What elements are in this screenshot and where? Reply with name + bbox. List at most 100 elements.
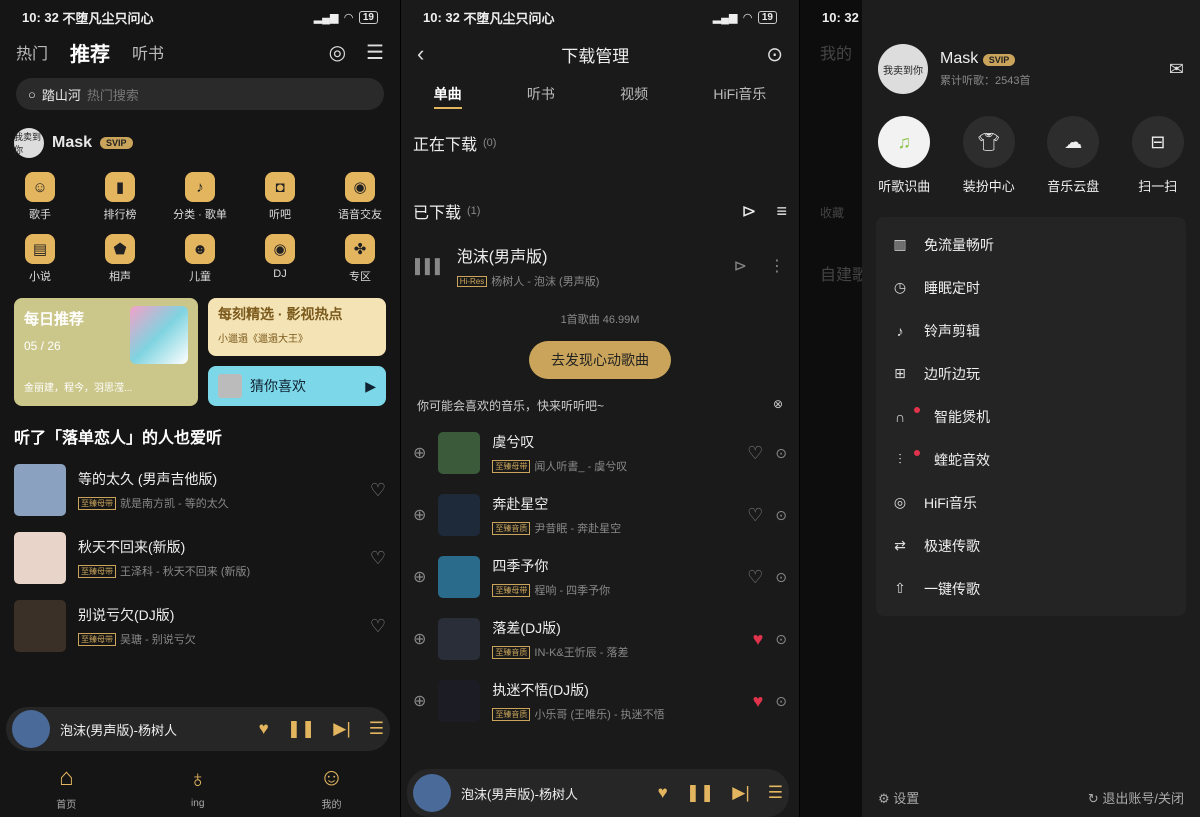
grid-item-chart[interactable]: ▮ 排行榜 bbox=[80, 172, 160, 222]
avatar[interactable]: 我卖到你 bbox=[878, 44, 928, 94]
like-icon[interactable]: ♡ bbox=[370, 548, 386, 569]
heart-icon[interactable]: ♥ bbox=[259, 719, 269, 739]
list-item[interactable]: ⊕ 落差(DJ版) 至臻音质 IN-K&王忻辰 - 落差 ♥ ⊙ bbox=[401, 608, 799, 670]
grid-item-zone[interactable]: ✤ 专区 bbox=[320, 234, 400, 284]
like-icon[interactable]: ♡ bbox=[747, 443, 763, 464]
download-icon[interactable]: ⊙ bbox=[775, 569, 787, 586]
menu-item-sleep-timer[interactable]: ◷ 睡眠定时 bbox=[876, 266, 1186, 309]
quick-dressup[interactable]: 👕︎ 装扮中心 bbox=[962, 116, 1015, 195]
quick-cloud[interactable]: ☁ 音乐云盘 bbox=[1047, 116, 1099, 195]
more-icon[interactable]: ⋮ bbox=[769, 256, 785, 276]
like-icon[interactable]: ♡ bbox=[370, 480, 386, 501]
next-icon[interactable]: ▶| bbox=[333, 719, 351, 739]
mail-icon[interactable]: ✉ bbox=[1169, 59, 1184, 80]
add-icon[interactable]: ⊕ bbox=[413, 691, 426, 711]
menu-item-ringtone[interactable]: ♪ 铃声剪辑 bbox=[876, 309, 1186, 352]
close-icon[interactable]: ⊗ bbox=[773, 397, 783, 414]
playlist-icon[interactable]: ☰ bbox=[369, 719, 384, 739]
add-icon[interactable]: ⊕ bbox=[413, 629, 426, 649]
like-icon[interactable]: ♡ bbox=[747, 505, 763, 526]
drawer-user[interactable]: 我卖到你 Mask SVIP 累计听歌：2543首 ✉ bbox=[862, 0, 1200, 104]
daily-recommend-card[interactable]: 每日推荐 05 / 26 金丽建，程今，羽思滢... bbox=[14, 298, 198, 406]
download-icon[interactable]: ⊙ bbox=[775, 445, 787, 462]
user-icon: ☺ bbox=[319, 763, 344, 791]
add-icon[interactable]: ⊕ bbox=[413, 567, 426, 587]
like-icon[interactable]: ♡ bbox=[747, 567, 763, 588]
logout-button[interactable]: ↻ 退出账号/关闭 bbox=[1088, 788, 1184, 807]
liked-icon[interactable]: ♥ bbox=[753, 691, 764, 712]
mini-player[interactable]: 泡沫(男声版)-杨树人 ♥ ❚❚ ▶| ☰ bbox=[6, 707, 390, 751]
quality-tag: 至臻母带 bbox=[492, 459, 531, 473]
menu-item-upload[interactable]: ⇧ 一键传歌 bbox=[876, 567, 1186, 610]
featured-card[interactable]: 每刻精选 · 影视热点 小邋遢《邋遢大王》 bbox=[208, 298, 386, 356]
recognize-icon[interactable]: ◎ bbox=[329, 40, 346, 65]
download-icon[interactable]: ⊙ bbox=[766, 42, 783, 67]
list-item[interactable]: 秋天不回来(新版) 至臻母带 王泽科 - 秋天不回来 (新版) ♡ bbox=[0, 524, 400, 592]
nav-mine[interactable]: ☺ 我的 bbox=[319, 764, 344, 811]
menu-item-viper[interactable]: ⫶ 蝰蛇音效 bbox=[876, 438, 1186, 481]
grid-item-voice[interactable]: ◉ 语音交友 bbox=[320, 172, 400, 222]
next-icon[interactable]: ▶| bbox=[732, 783, 750, 803]
liked-icon[interactable]: ♥ bbox=[753, 629, 764, 650]
add-icon[interactable]: ⊕ bbox=[413, 443, 426, 463]
play-icon[interactable]: ▶ bbox=[365, 378, 376, 395]
back-icon[interactable]: ‹ bbox=[417, 41, 424, 67]
guess-like-card[interactable]: 猜你喜欢 ▶ bbox=[208, 366, 386, 406]
downloaded-song[interactable]: ▌▌▌ 泡沫(男声版) Hi-Res 杨树人 - 泡沫 (男声版) ⊳ ⋮ bbox=[401, 235, 799, 297]
list-item[interactable]: ⊕ 虞兮叹 至臻母带 闻人听書_ - 虞兮叹 ♡ ⊙ bbox=[401, 422, 799, 484]
menu-item-hifi[interactable]: ◎ HiFi音乐 bbox=[876, 481, 1186, 524]
tab-audiobook[interactable]: 听书 bbox=[527, 84, 555, 109]
voice-icon: ◉ bbox=[345, 172, 375, 202]
settings-label: 设置 bbox=[893, 791, 920, 806]
discover-button[interactable]: 去发现心动歌曲 bbox=[529, 341, 671, 379]
nav-home[interactable]: ⌂ 首页 bbox=[56, 764, 76, 811]
settings-button[interactable]: ⚙ 设置 bbox=[878, 788, 919, 807]
play-all-icon[interactable]: ⊳ bbox=[741, 201, 756, 222]
menu-item-transfer[interactable]: ⇄ 极速传歌 bbox=[876, 524, 1186, 567]
like-icon[interactable]: ♡ bbox=[370, 616, 386, 637]
heart-icon[interactable]: ♥ bbox=[658, 783, 668, 803]
list-item[interactable]: ⊕ 执迷不悟(DJ版) 至臻音质 小乐哥 (王唯乐) - 执迷不悟 ♥ ⊙ bbox=[401, 670, 799, 732]
downloading-row[interactable]: 正在下载 (0) bbox=[401, 119, 799, 167]
playlist-icon: ♪ bbox=[185, 172, 215, 202]
tab-video[interactable]: 视频 bbox=[620, 84, 648, 109]
grid-item-singer[interactable]: ☺ 歌手 bbox=[0, 172, 80, 222]
grid-item-novel[interactable]: ▤ 小说 bbox=[0, 234, 80, 284]
grid-item-kids[interactable]: ☻ 儿童 bbox=[160, 234, 240, 284]
avatar[interactable]: 我卖到你 bbox=[14, 128, 44, 158]
quick-recognize[interactable]: ♫ 听歌识曲 bbox=[878, 116, 930, 195]
menu-item-free-data[interactable]: ▥ 免流量畅听 bbox=[876, 223, 1186, 266]
pause-icon[interactable]: ❚❚ bbox=[686, 783, 715, 803]
grid-label: 歌手 bbox=[29, 209, 51, 221]
download-icon[interactable]: ⊙ bbox=[775, 507, 787, 524]
list-item[interactable]: ⊕ 四季予你 至臻母带 程响 - 四季予你 ♡ ⊙ bbox=[401, 546, 799, 608]
nav-ing[interactable]: ♁ ing bbox=[189, 766, 207, 809]
menu-item-game[interactable]: ⊞ 边听边玩 bbox=[876, 352, 1186, 395]
pause-icon[interactable]: ❚❚ bbox=[287, 719, 316, 739]
tab-hot[interactable]: 热门 bbox=[16, 40, 48, 64]
menu-icon[interactable]: ☰ bbox=[366, 40, 384, 65]
sort-icon[interactable]: ≡ bbox=[776, 201, 787, 222]
search-input[interactable]: ○ 踏山河 热门搜索 bbox=[16, 78, 384, 110]
list-item[interactable]: ⊕ 奔赴星空 至臻音质 尹昔眠 - 奔赴星空 ♡ ⊙ bbox=[401, 484, 799, 546]
tab-hifi[interactable]: HiFi音乐 bbox=[713, 84, 766, 109]
grid-item-crosstalk[interactable]: ⬟ 相声 bbox=[80, 234, 160, 284]
grid-item-radio[interactable]: ◘ 听吧 bbox=[240, 172, 320, 222]
tab-recommend[interactable]: 推荐 bbox=[70, 38, 110, 67]
tab-audiobook[interactable]: 听书 bbox=[132, 40, 164, 64]
tab-songs[interactable]: 单曲 bbox=[433, 84, 462, 109]
menu-item-burn-in[interactable]: ∩ 智能煲机 bbox=[876, 395, 1186, 438]
list-item[interactable]: 别说亏欠(DJ版) 至臻母带 吴瑭 - 别说亏欠 ♡ bbox=[0, 592, 400, 660]
play-icon[interactable]: ⊳ bbox=[734, 256, 747, 276]
playlist-icon[interactable]: ☰ bbox=[768, 783, 783, 803]
download-icon[interactable]: ⊙ bbox=[775, 693, 787, 710]
grid-item-playlist[interactable]: ♪ 分类 · 歌单 bbox=[160, 172, 240, 222]
timer-icon: ◷ bbox=[893, 279, 907, 295]
download-icon[interactable]: ⊙ bbox=[775, 631, 787, 648]
mini-player[interactable]: 泡沫(男声版)-杨树人 ♥ ❚❚ ▶| ☰ bbox=[407, 769, 789, 817]
quick-scan[interactable]: ⊟ 扫一扫 bbox=[1131, 116, 1184, 195]
user-row[interactable]: 我卖到你 Mask SVIP bbox=[0, 118, 400, 168]
grid-item-dj[interactable]: ◉ DJ bbox=[240, 234, 320, 284]
add-icon[interactable]: ⊕ bbox=[413, 505, 426, 525]
list-item[interactable]: 等的太久 (男声吉他版) 至臻母带 就是南方凯 - 等的太久 ♡ bbox=[0, 456, 400, 524]
